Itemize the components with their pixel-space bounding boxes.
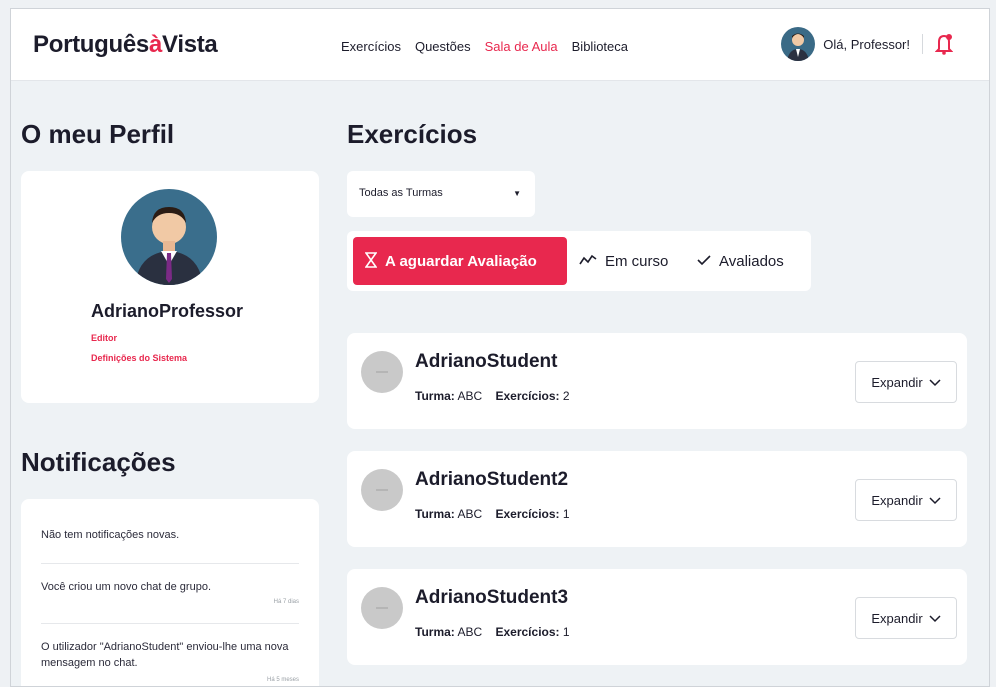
tab-awaiting-evaluation[interactable]: A aguardar Avaliação (353, 237, 567, 285)
notification-time: Há 7 dias (273, 599, 299, 605)
student-card: AdrianoStudent3 Turma: ABC Exercícios: 1… (347, 569, 967, 665)
notifications-card: Não tem notificações novas. Você criou u… (21, 499, 319, 686)
notification-item[interactable]: Você criou um novo chat de grupo. (41, 579, 299, 595)
nav-item-exercicios[interactable]: Exercícios (341, 39, 401, 54)
bell-icon[interactable] (934, 33, 954, 55)
divider (922, 34, 923, 54)
user-greeting: Olá, Professor! (823, 36, 910, 52)
student-card: AdrianoStudent Turma: ABC Exercícios: 2 … (347, 333, 967, 429)
tab-evaluated[interactable]: Avaliados (697, 237, 784, 285)
chevron-down-icon (929, 493, 941, 508)
nav-item-biblioteca[interactable]: Biblioteca (572, 39, 628, 54)
student-name: AdrianoStudent (415, 351, 558, 372)
student-name: AdrianoStudent2 (415, 469, 569, 490)
student-avatar (361, 351, 403, 393)
user-menu[interactable]: Olá, Professor! (781, 27, 954, 61)
profile-role: Editor (91, 333, 117, 343)
tab-in-progress[interactable]: Em curso (579, 237, 668, 285)
expand-button[interactable]: Expandir (855, 479, 957, 521)
app-window: PortuguêsàVista Exercícios Questões Sala… (10, 8, 990, 687)
notification-time: Há 5 meses (266, 677, 299, 683)
nav-item-sala-de-aula[interactable]: Sala de Aula (485, 39, 558, 54)
student-meta: Turma: ABC Exercícios: 2 (415, 389, 570, 403)
person-icon (135, 207, 203, 285)
caret-down-icon: ▼ (513, 189, 521, 198)
person-icon (787, 33, 810, 61)
exercise-status-tabs: A aguardar Avaliação Em curso Avaliados (347, 231, 811, 291)
divider (41, 623, 299, 624)
top-navbar: PortuguêsàVista Exercícios Questões Sala… (11, 9, 989, 81)
notification-item: Não tem notificações novas. (41, 529, 180, 541)
student-meta: Turma: ABC Exercícios: 1 (415, 625, 570, 639)
profile-title: O meu Perfil (21, 119, 175, 149)
system-settings-link[interactable]: Definições do Sistema (91, 353, 187, 363)
chevron-down-icon (929, 611, 941, 626)
notification-item[interactable]: O utilizador "AdrianoStudent" enviou-lhe… (41, 639, 299, 671)
notifications-title: Notificações (21, 447, 176, 477)
hourglass-icon (364, 251, 378, 271)
nav-item-questoes[interactable]: Questões (415, 39, 471, 54)
class-filter-value: Todas as Turmas (359, 187, 443, 199)
expand-button[interactable]: Expandir (855, 597, 957, 639)
trend-icon (579, 253, 597, 269)
student-meta: Turma: ABC Exercícios: 1 (415, 507, 570, 521)
logo[interactable]: PortuguêsàVista (33, 31, 218, 59)
main-nav: Exercícios Questões Sala de Aula Bibliot… (341, 39, 628, 54)
chevron-down-icon (929, 375, 941, 390)
student-avatar (361, 587, 403, 629)
profile-avatar (121, 189, 217, 285)
check-icon (697, 253, 711, 269)
expand-button[interactable]: Expandir (855, 361, 957, 403)
student-card: AdrianoStudent2 Turma: ABC Exercícios: 1… (347, 451, 967, 547)
profile-name: AdrianoProfessor (91, 301, 244, 321)
profile-card: AdrianoProfessor Editor Definições do Si… (21, 171, 319, 403)
class-filter-select[interactable]: Todas as Turmas ▼ (347, 171, 535, 217)
student-name: AdrianoStudent3 (415, 587, 569, 608)
avatar[interactable] (781, 27, 816, 61)
divider (41, 563, 299, 564)
exercises-title: Exercícios (347, 119, 478, 149)
student-avatar (361, 469, 403, 511)
